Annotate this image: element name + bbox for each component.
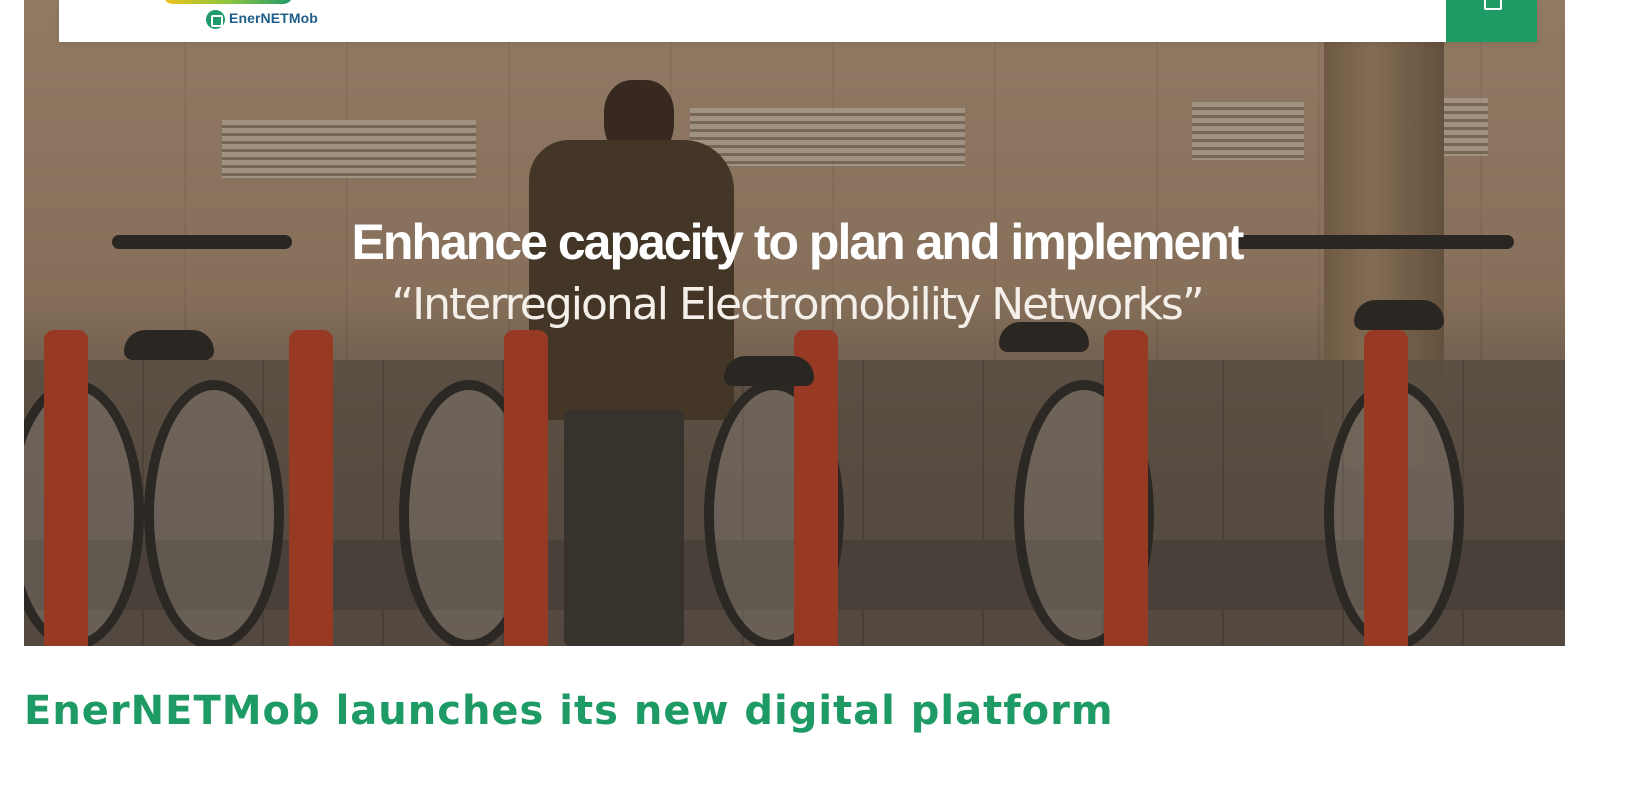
page: Enhance capacity to plan and implement “… [0, 0, 1629, 792]
logo-swoosh-icon [163, 0, 293, 4]
nav-item-pilot-activities[interactable]: Pilot activities [712, 0, 822, 10]
nav-item-announcements[interactable]: Announcements [864, 0, 978, 10]
cart-icon [1484, 0, 1502, 10]
site-header: EnerNETMob Who we are Pilot activities A… [59, 0, 1537, 42]
nav-item-register[interactable]: Register [1101, 0, 1165, 10]
logo-mark-icon [206, 10, 225, 29]
hero-subtitle: “Interregional Electromobility Networks” [391, 279, 1204, 330]
hero-banner: Enhance capacity to plan and implement “… [24, 0, 1565, 646]
nav-item-login[interactable]: Login [1020, 0, 1059, 10]
main-nav: Who we are Pilot activities Announcement… [587, 0, 1166, 10]
cart-button[interactable] [1446, 0, 1537, 42]
nav-item-who-we-are[interactable]: Who we are [587, 0, 670, 10]
logo-text: EnerNETMob [229, 10, 318, 26]
hero-title: Enhance capacity to plan and implement [351, 214, 1245, 270]
site-logo[interactable]: EnerNETMob [99, 0, 339, 42]
article-title: EnerNETMob launches its new digital plat… [24, 688, 1114, 734]
